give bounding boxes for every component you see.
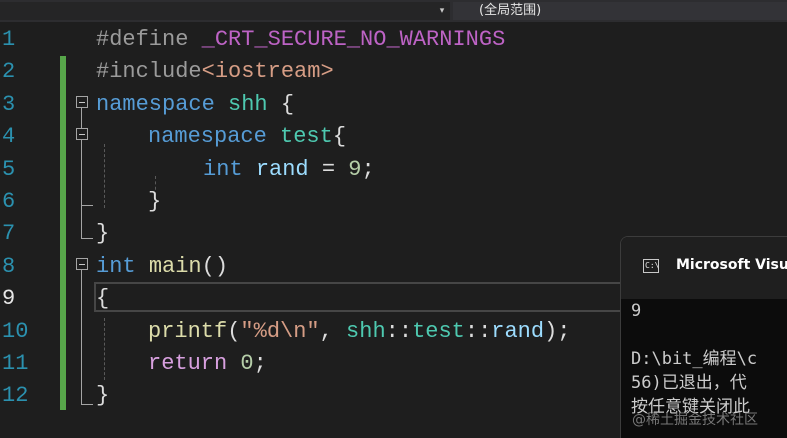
line-number: 2 (2, 59, 16, 85)
fold-line-end (81, 238, 93, 239)
line-number: 6 (2, 189, 16, 214)
code-token: } (148, 189, 162, 214)
code-line[interactable]: namespace test{ (148, 121, 346, 153)
line-number: 11 (2, 351, 29, 376)
code-token: ; (253, 351, 267, 376)
line-number: 4 (2, 124, 16, 150)
code-line[interactable]: #include<iostream> (96, 56, 334, 88)
code-line[interactable]: #define _CRT_SECURE_NO_WARNINGS (96, 24, 505, 56)
line-number: 10 (2, 318, 29, 344)
code-token: test (412, 318, 465, 344)
code-token: ; (361, 156, 375, 182)
code-token: printf (148, 318, 228, 344)
code-token: int (203, 156, 243, 182)
code-token: 0 (240, 351, 254, 376)
code-token: { (332, 124, 347, 150)
code-token: rand (491, 318, 545, 344)
code-token: = (308, 156, 349, 182)
code-token: } (96, 383, 110, 409)
code-token: ); (544, 318, 571, 344)
code-token: test (280, 124, 333, 150)
code-token: #define (96, 27, 202, 52)
code-token: { (96, 286, 110, 312)
console-output-line: 9 (631, 301, 642, 321)
console-output-line: D:\bit_编程\c (631, 349, 758, 369)
code-token: int (96, 253, 136, 279)
fold-line (81, 270, 82, 404)
code-line[interactable]: namespace shh { (96, 89, 294, 121)
project-dropdown[interactable] (0, 2, 450, 20)
code-token: ( (227, 318, 241, 344)
chevron-down-icon[interactable]: ▾ (434, 2, 450, 20)
code-line[interactable]: } (148, 186, 161, 218)
change-indicator (60, 56, 66, 410)
code-token: #include (96, 59, 202, 85)
code-token: rand (255, 156, 309, 182)
code-token: main (148, 253, 202, 279)
line-number: 12 (2, 383, 29, 409)
terminal-icon: C:\ (643, 259, 659, 273)
code-line[interactable]: } (96, 218, 109, 250)
code-line[interactable]: printf("%d\n", shh::test::rand); (148, 316, 571, 348)
collapse-icon[interactable] (76, 96, 88, 108)
console-titlebar[interactable]: C:\ Microsoft Visual (621, 237, 787, 299)
code-token: "%d\n" (240, 318, 320, 344)
code-token: return (148, 351, 228, 376)
code-token: namespace (96, 91, 215, 117)
indent-guide (104, 318, 105, 380)
collapse-icon[interactable] (76, 258, 88, 270)
navigation-bar: ▾ (全局范围) (0, 0, 787, 22)
line-number: 5 (2, 156, 16, 182)
code-token: <iostream> (201, 59, 334, 85)
code-token: () (201, 253, 229, 279)
watermark: @稀土掘金技术社区 (632, 412, 758, 428)
code-token: :: (464, 318, 492, 344)
code-line[interactable]: { (96, 283, 109, 315)
code-line[interactable]: return 0; (148, 348, 267, 380)
indent-guide (104, 144, 105, 208)
code-line[interactable]: } (96, 380, 109, 412)
console-output-line: 56)已退出，代 (631, 373, 747, 393)
collapse-icon[interactable] (76, 128, 88, 140)
console-window[interactable]: C:\ Microsoft Visual 9 D:\bit_编程\c 56)已退… (620, 236, 787, 438)
line-number: 8 (2, 253, 16, 279)
code-token: _CRT_SECURE_NO_WARNINGS (201, 27, 506, 52)
code-token: 9 (348, 156, 362, 182)
scope-dropdown[interactable]: (全局范围) (453, 2, 787, 20)
fold-line-end (81, 404, 93, 405)
code-line[interactable]: int rand = 9; (203, 154, 375, 186)
fold-line-end (81, 205, 93, 206)
code-token: , (319, 318, 347, 344)
code-token: :: (385, 318, 413, 344)
code-token: { (267, 91, 295, 117)
console-title: Microsoft Visual (676, 257, 787, 273)
line-number: 3 (2, 91, 16, 117)
code-token: shh (228, 91, 268, 117)
code-line[interactable]: int main() (96, 251, 228, 283)
code-token: shh (346, 318, 386, 344)
code-token: namespace (148, 124, 267, 150)
line-number: 9 (2, 286, 16, 312)
line-number: 1 (2, 27, 16, 52)
line-number: 7 (2, 221, 16, 247)
code-token: } (96, 221, 110, 247)
